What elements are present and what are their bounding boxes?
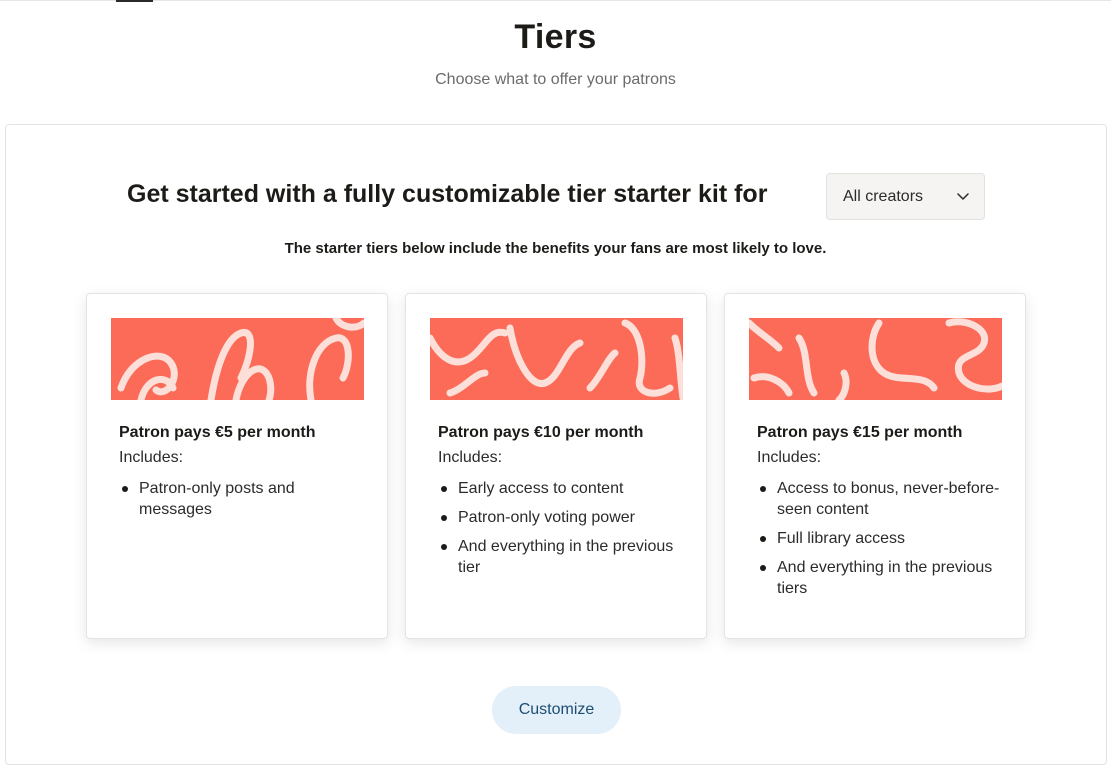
tier-title: Patron pays €15 per month: [757, 424, 963, 441]
tier-title: Patron pays €5 per month: [119, 424, 316, 441]
tier-benefit-item: And everything in the previous tier: [438, 536, 688, 578]
tier-benefit-item: Patron-only voting power: [438, 507, 688, 528]
starter-kit-heading: Get started with a fully customizable ti…: [127, 180, 768, 208]
tier-card-10: Patron pays €10 per month Includes: Earl…: [405, 293, 707, 639]
tier-benefit-item: Early access to content: [438, 478, 688, 499]
tier-benefit-item: And everything in the previous tiers: [757, 557, 1007, 599]
tier-card-15: Patron pays €15 per month Includes: Acce…: [724, 293, 1026, 639]
page-title: Tiers: [514, 18, 597, 56]
tier-banner-image: [430, 318, 683, 400]
tier-banner-image: [111, 318, 364, 400]
tier-banner-image: [749, 318, 1002, 400]
creator-type-select-value: All creators: [843, 187, 924, 205]
tier-includes-label: Includes:: [119, 449, 184, 466]
starter-kit-subheading: The starter tiers below include the bene…: [284, 240, 827, 257]
tier-benefit-item: Full library access: [757, 528, 1007, 549]
page-subtitle: Choose what to offer your patrons: [435, 71, 676, 88]
tier-card-5: Patron pays €5 per month Includes: Patro…: [86, 293, 388, 639]
tier-benefit-item: Patron-only posts and messages: [119, 478, 369, 520]
tier-includes-label: Includes:: [757, 449, 822, 466]
active-tab-indicator: [116, 0, 153, 2]
top-divider: [0, 0, 1111, 1]
tier-benefit-item: Access to bonus, never-before-seen conte…: [757, 478, 1007, 520]
customize-button[interactable]: Customize: [492, 686, 621, 734]
tier-benefit-list: Early access to content Patron-only voti…: [438, 478, 688, 586]
tier-includes-label: Includes:: [438, 449, 503, 466]
tier-benefit-list: Access to bonus, never-before-seen conte…: [757, 478, 1007, 607]
tier-benefit-list: Patron-only posts and messages: [119, 478, 369, 528]
creator-type-select[interactable]: All creators: [826, 173, 985, 220]
tier-title: Patron pays €10 per month: [438, 424, 644, 441]
chevron-down-icon: [956, 190, 970, 204]
